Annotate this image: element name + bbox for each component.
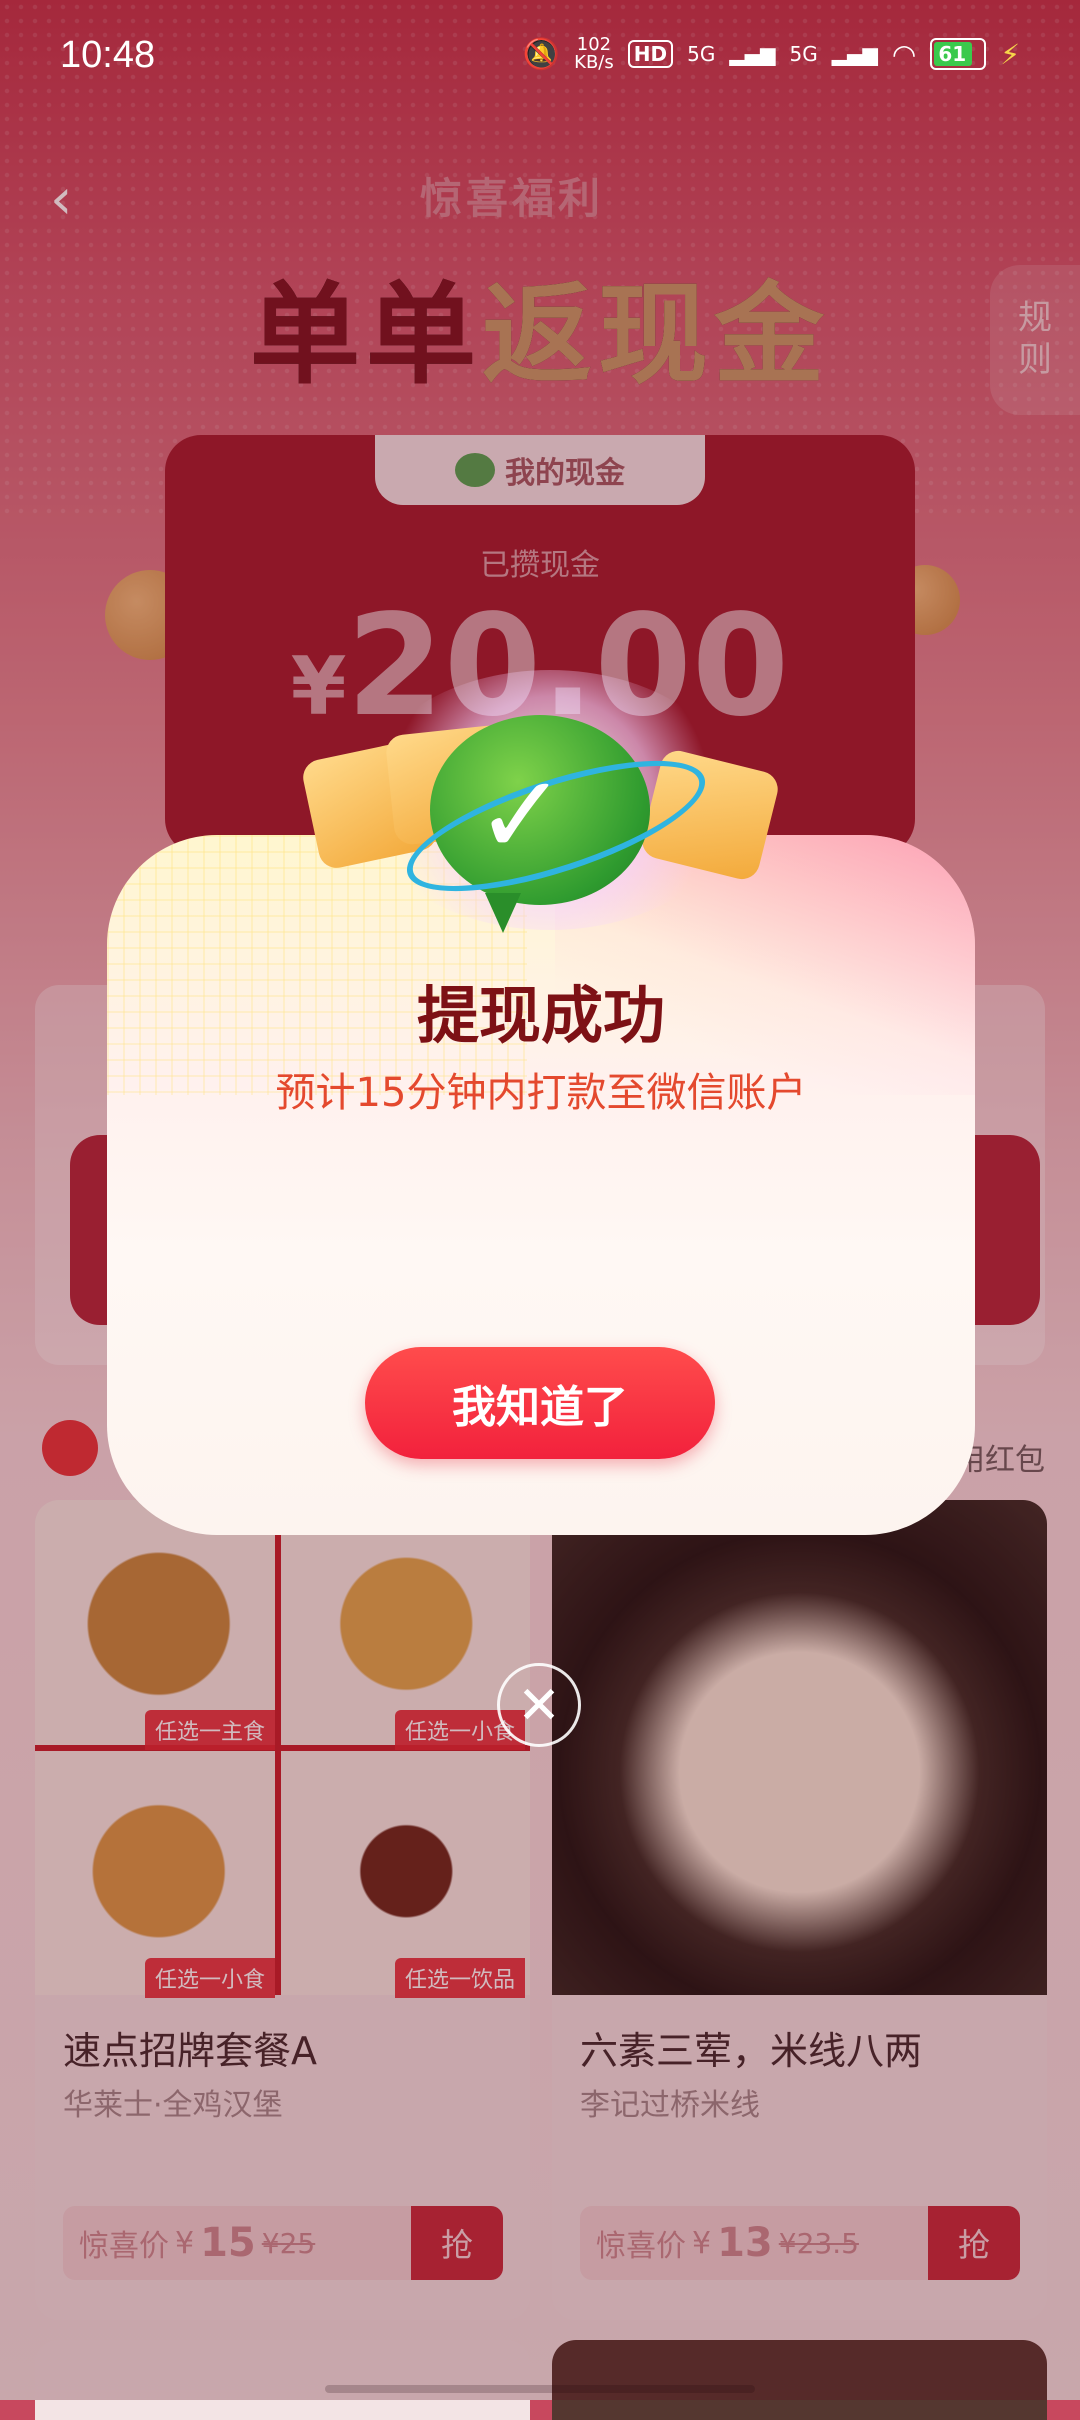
signal-bars-icon: ▂▄▆: [729, 42, 776, 66]
status-icons: 🔕 102 KB/s HD 5G ▂▄▆ 5G ▂▄▆ ◠ 61 ⚡: [523, 36, 1020, 72]
ok-button[interactable]: 我知道了: [365, 1347, 715, 1459]
close-icon[interactable]: ✕: [497, 1663, 581, 1747]
mute-bell-icon: 🔕: [522, 36, 561, 72]
signal-5g-icon-2: 5G: [789, 42, 818, 66]
check-icon: ✓: [475, 751, 568, 879]
battery-icon: 61: [930, 38, 987, 70]
hd-icon: HD: [627, 40, 674, 68]
signal-5g-icon: 5G: [687, 42, 716, 66]
wifi-icon: ◠: [891, 37, 917, 71]
charging-icon: ⚡: [1000, 37, 1020, 71]
status-time: 10:48: [60, 34, 156, 76]
dialog-title: 提现成功: [416, 979, 665, 1052]
dialog-subtitle: 预计15分钟内打款至微信账户: [275, 1070, 807, 1116]
network-speed: 102 KB/s: [574, 34, 614, 73]
wechat-success-illustration: ✓: [299, 670, 800, 950]
signal-bars-icon-2: ▂▄▆: [831, 42, 878, 66]
status-bar: 10:48 🔕 102 KB/s HD 5G ▂▄▆ 5G ▂▄▆ ◠ 61 ⚡: [0, 0, 1080, 120]
